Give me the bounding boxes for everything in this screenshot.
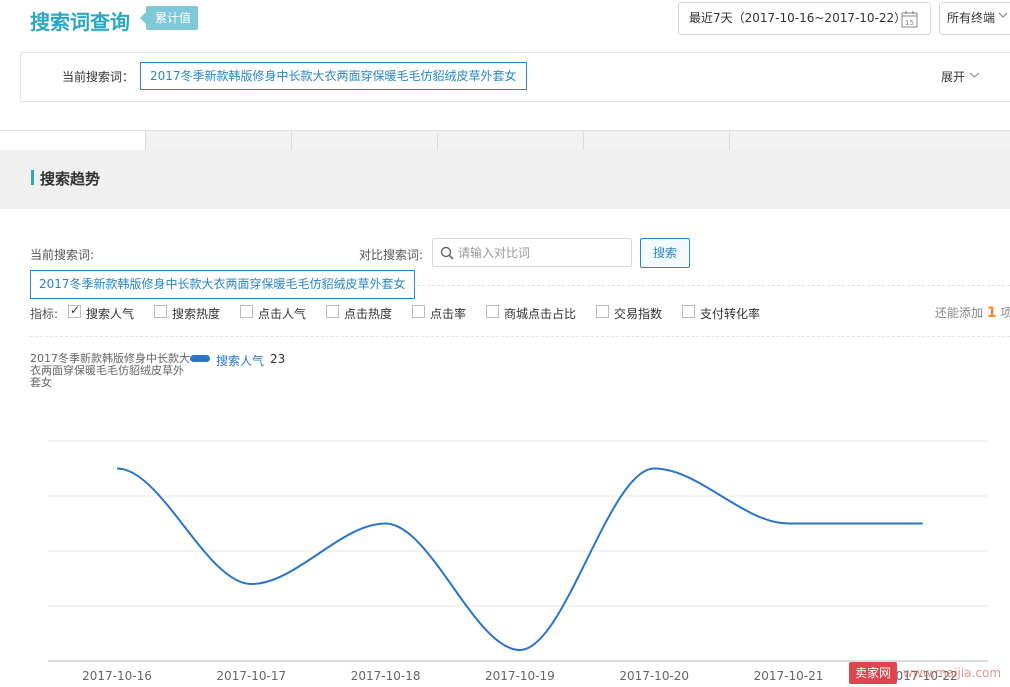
legend-series-value: 23 — [270, 352, 286, 366]
metric-label: 商城点击占比 — [504, 307, 577, 321]
date-range-picker[interactable]: 最近7天（2017-10-16~2017-10-22） — [678, 2, 931, 35]
current-keyword-label: 当前搜索词： — [62, 70, 135, 84]
checkbox[interactable] — [326, 305, 339, 318]
compare-keyword-label: 对比搜索词: — [359, 248, 424, 262]
device-select-value: 所有终端 — [947, 11, 996, 25]
metric-label: 搜索热度 — [172, 307, 221, 321]
section-accent-bar — [31, 170, 34, 185]
expand-toggle[interactable]: 展开 — [941, 68, 965, 85]
legend-keyword: 2017冬季新款韩版修身中长款大衣两面穿保暖毛毛仿貂绒皮草外套女 — [30, 352, 190, 389]
x-tick-label: 2017-10-21 — [754, 669, 824, 683]
legend-series-name[interactable]: 搜索人气 — [216, 352, 264, 369]
calendar-icon[interactable]: 15 — [901, 10, 918, 28]
tab-4[interactable] — [438, 131, 584, 151]
remaining-prefix: 还能添加 — [935, 306, 984, 320]
tab-2[interactable] — [146, 131, 292, 151]
checkbox[interactable] — [486, 305, 499, 318]
watermark-logo: 卖家网 — [849, 662, 898, 684]
chevron-down-icon — [998, 12, 1008, 18]
watermark-url: www.maijia.com — [903, 666, 1002, 680]
metric-label: 点击率 — [430, 307, 467, 321]
metric-label: 点击人气 — [258, 307, 307, 321]
checkbox[interactable] — [68, 303, 81, 318]
divider — [30, 336, 1010, 337]
divider — [412, 285, 1010, 286]
remaining-slots: 还能添加 1 项 — [935, 304, 1010, 321]
compare-keyword-field[interactable] — [432, 238, 632, 267]
legend-swatch — [190, 355, 210, 362]
metric-label: 搜索人气 — [86, 307, 135, 321]
metric-label: 支付转化率 — [700, 307, 761, 321]
metrics-label: 指标: — [30, 307, 59, 321]
checkbox[interactable] — [412, 305, 425, 318]
tab-3[interactable] — [292, 131, 438, 151]
compare-keyword-input[interactable] — [458, 244, 626, 262]
watermark: 卖家网 www.maijia.com — [849, 662, 1001, 684]
chevron-down-icon[interactable] — [969, 70, 980, 80]
remaining-count: 1 — [986, 305, 997, 321]
x-tick-label: 2017-10-20 — [619, 669, 689, 683]
current-keyword-label: 当前搜索词: — [30, 248, 95, 262]
cumulative-badge: 累计值 — [139, 6, 199, 30]
metric-label: 交易指数 — [614, 307, 663, 321]
checkbox[interactable] — [240, 305, 253, 318]
checkbox[interactable] — [596, 305, 609, 318]
date-range-text: 最近7天（2017-10-16~2017-10-22） — [689, 11, 907, 25]
checkbox[interactable] — [154, 305, 167, 318]
search-icon — [440, 246, 454, 260]
remaining-suffix: 项 — [1000, 306, 1010, 320]
tab-1[interactable] — [0, 131, 146, 151]
checkbox[interactable] — [682, 305, 695, 318]
x-tick-label: 2017-10-17 — [216, 669, 286, 683]
section-title: 搜索趋势 — [40, 170, 101, 188]
tab-5[interactable] — [584, 131, 730, 151]
current-keyword-value[interactable]: 2017冬季新款韩版修身中长款大衣两面穿保暖毛毛仿貂绒皮草外套女 — [140, 62, 527, 90]
trend-chart: 2017-10-16 2017-10-17 2017-10-18 2017-10-19… — [48, 440, 988, 683]
x-tick-label: 2017-10-19 — [485, 669, 555, 683]
keyword-tag[interactable]: 2017冬季新款韩版修身中长款大衣两面穿保暖毛毛仿貂绒皮草外套女 — [30, 270, 415, 299]
calendar-day: 15 — [905, 19, 914, 27]
tab-bar — [0, 130, 1010, 151]
search-button[interactable]: 搜索 — [640, 238, 690, 268]
section-header — [0, 150, 1010, 209]
page-title: 搜索词查询 — [30, 10, 130, 34]
x-tick-label: 2017-10-18 — [351, 669, 421, 683]
metric-label: 点击热度 — [344, 307, 393, 321]
x-tick-label: 2017-10-16 — [82, 669, 152, 683]
